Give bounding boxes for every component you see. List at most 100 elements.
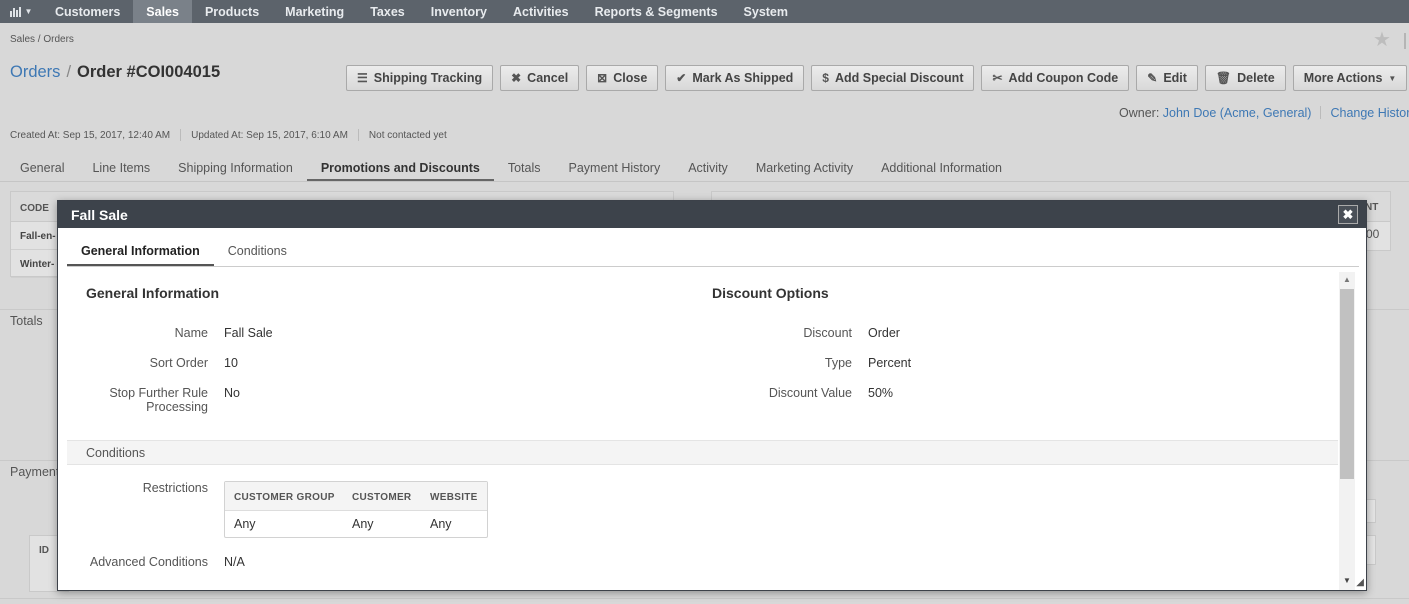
tab-line-items[interactable]: Line Items — [78, 157, 164, 182]
discount-label: Discount — [803, 326, 852, 340]
website-cell: Any — [430, 517, 452, 531]
type-label: Type — [824, 356, 852, 370]
favorite-star-icon[interactable]: ★ — [1373, 27, 1391, 52]
add-coupon-code-label: Add Coupon Code — [1008, 71, 1119, 85]
nav-item-activities[interactable]: Activities — [500, 0, 582, 23]
scroll-down-icon[interactable]: ▼ — [1343, 576, 1351, 585]
ticket-icon: ✂ — [992, 71, 1003, 85]
dialog-header[interactable]: Fall Sale ✖ — [58, 201, 1366, 228]
sort-order-label: Sort Order — [149, 356, 208, 370]
table-row: Any Any Any — [225, 511, 487, 537]
page-scrollbar[interactable] — [1404, 33, 1406, 49]
more-actions-label: More Actions — [1303, 71, 1383, 85]
breadcrumb: Sales / Orders — [10, 34, 74, 45]
column-header-id: ID — [39, 545, 49, 556]
dialog-tabs-divider — [67, 266, 1359, 267]
dashboard-chart-icon[interactable]: ▼ — [0, 0, 42, 23]
grid-control[interactable] — [1366, 535, 1376, 565]
tab-activity[interactable]: Activity — [674, 157, 742, 182]
scrollbar-thumb[interactable] — [1340, 289, 1354, 479]
owner-divider — [1320, 106, 1322, 119]
updated-at: Updated At: Sep 15, 2017, 6:10 AM — [191, 129, 348, 141]
edit-button[interactable]: ✎ Edit — [1136, 65, 1198, 91]
check-icon: ✔ — [676, 71, 687, 85]
add-special-discount-button[interactable]: $ Add Special Discount — [811, 65, 975, 91]
action-toolbar: ☰ Shipping Tracking ✖ Cancel ⊠ Close ✔ Mark … — [346, 65, 1408, 91]
nav-item-customers[interactable]: Customers — [42, 0, 133, 23]
promotion-dialog: Fall Sale ✖ General Information Conditio… — [57, 200, 1367, 591]
caret-down-icon: ▼ — [1388, 73, 1397, 83]
page-title-row: Orders / Order #COI004015 — [10, 63, 220, 82]
dialog-title: Fall Sale — [71, 206, 128, 223]
discount-value-label: Discount Value — [768, 386, 852, 400]
order-tabs: General Line Items Shipping Information … — [6, 157, 1016, 182]
tab-general[interactable]: General — [6, 157, 78, 182]
change-history-link[interactable]: Change History — [1330, 106, 1409, 120]
discount-value-amount: 50% — [868, 386, 894, 400]
close-icon[interactable]: ✖ — [1338, 205, 1358, 224]
pencil-icon: ✎ — [1147, 71, 1158, 85]
tab-marketing-activity[interactable]: Marketing Activity — [742, 157, 867, 182]
trash-icon: 🗑 — [1215, 71, 1232, 85]
tab-totals[interactable]: Totals — [494, 157, 555, 182]
discount-options-heading: Discount Options — [712, 285, 829, 301]
column-header-website: WEBSITE — [430, 492, 478, 503]
nav-item-inventory[interactable]: Inventory — [418, 0, 500, 23]
nav-item-taxes[interactable]: Taxes — [357, 0, 418, 23]
column-header-amount: NT — [1365, 202, 1379, 213]
tab-payment-history[interactable]: Payment History — [555, 157, 675, 182]
owner-label: Owner: — [1119, 106, 1160, 120]
meta-divider — [180, 129, 182, 141]
advanced-conditions-value: N/A — [224, 555, 245, 569]
record-meta: Created At: Sep 15, 2017, 12:40 AM Updat… — [10, 129, 447, 141]
conditions-heading: Conditions — [67, 440, 1338, 465]
add-coupon-code-button[interactable]: ✂ Add Coupon Code — [981, 65, 1130, 91]
close-button[interactable]: ⊠ Close — [586, 65, 659, 91]
delete-button[interactable]: 🗑 Delete — [1204, 65, 1286, 91]
tab-general-information[interactable]: General Information — [67, 238, 214, 266]
shipping-tracking-button[interactable]: ☰ Shipping Tracking — [346, 65, 494, 91]
times-icon: ✖ — [511, 71, 522, 85]
nav-item-marketing[interactable]: Marketing — [272, 0, 357, 23]
column-header-customer-group: CUSTOMER GROUP — [234, 492, 335, 503]
caret-down-icon: ▼ — [24, 7, 33, 16]
nav-item-reports-segments[interactable]: Reports & Segments — [582, 0, 731, 23]
tab-shipping-information[interactable]: Shipping Information — [164, 157, 307, 182]
nav-item-sales[interactable]: Sales — [133, 0, 192, 23]
column-header-customer: CUSTOMER — [352, 492, 412, 503]
customer-cell: Any — [352, 517, 374, 531]
shipping-tracking-label: Shipping Tracking — [373, 71, 483, 85]
filter-control[interactable] — [1366, 499, 1376, 523]
dialog-body: General Information Name Fall Sale Sort … — [67, 268, 1338, 590]
general-information-heading: General Information — [86, 285, 220, 301]
mark-as-shipped-button[interactable]: ✔ Mark As Shipped — [665, 65, 805, 91]
section-divider — [0, 598, 1409, 599]
add-special-discount-label: Add Special Discount — [834, 71, 964, 85]
discount-value: Order — [868, 326, 900, 340]
nav-item-products[interactable]: Products — [192, 0, 272, 23]
mark-as-shipped-label: Mark As Shipped — [692, 71, 794, 85]
nav-item-system[interactable]: System — [731, 0, 801, 23]
advanced-conditions-label: Advanced Conditions — [89, 555, 208, 569]
resize-grip-icon[interactable]: ◢ — [1356, 577, 1364, 588]
table-header-row: CUSTOMER GROUP CUSTOMER WEBSITE — [225, 482, 487, 511]
name-value: Fall Sale — [224, 326, 273, 340]
tab-promotions-and-discounts[interactable]: Promotions and Discounts — [306, 157, 494, 182]
meta-divider — [357, 129, 359, 141]
more-actions-button[interactable]: More Actions ▼ — [1292, 65, 1408, 91]
cancel-button[interactable]: ✖ Cancel — [500, 65, 580, 91]
close-label: Close — [613, 71, 648, 85]
customer-group-cell: Any — [234, 517, 256, 531]
orders-link[interactable]: Orders — [10, 63, 60, 81]
list-icon: ☰ — [357, 71, 368, 85]
dialog-tabs: General Information Conditions — [67, 238, 301, 266]
tab-additional-information[interactable]: Additional Information — [867, 157, 1016, 182]
name-label: Name — [174, 326, 208, 340]
page-title: Order #COI004015 — [77, 63, 221, 81]
owner-link[interactable]: John Doe (Acme, General) — [1163, 106, 1312, 120]
totals-section-title: Totals — [10, 314, 43, 328]
top-navigation: ▼ Customers Sales Products Marketing Tax… — [0, 0, 1409, 23]
tab-conditions[interactable]: Conditions — [214, 238, 301, 266]
scroll-up-icon[interactable]: ▲ — [1343, 275, 1351, 284]
dialog-scrollbar[interactable]: ▲ ▼ — [1339, 272, 1355, 590]
